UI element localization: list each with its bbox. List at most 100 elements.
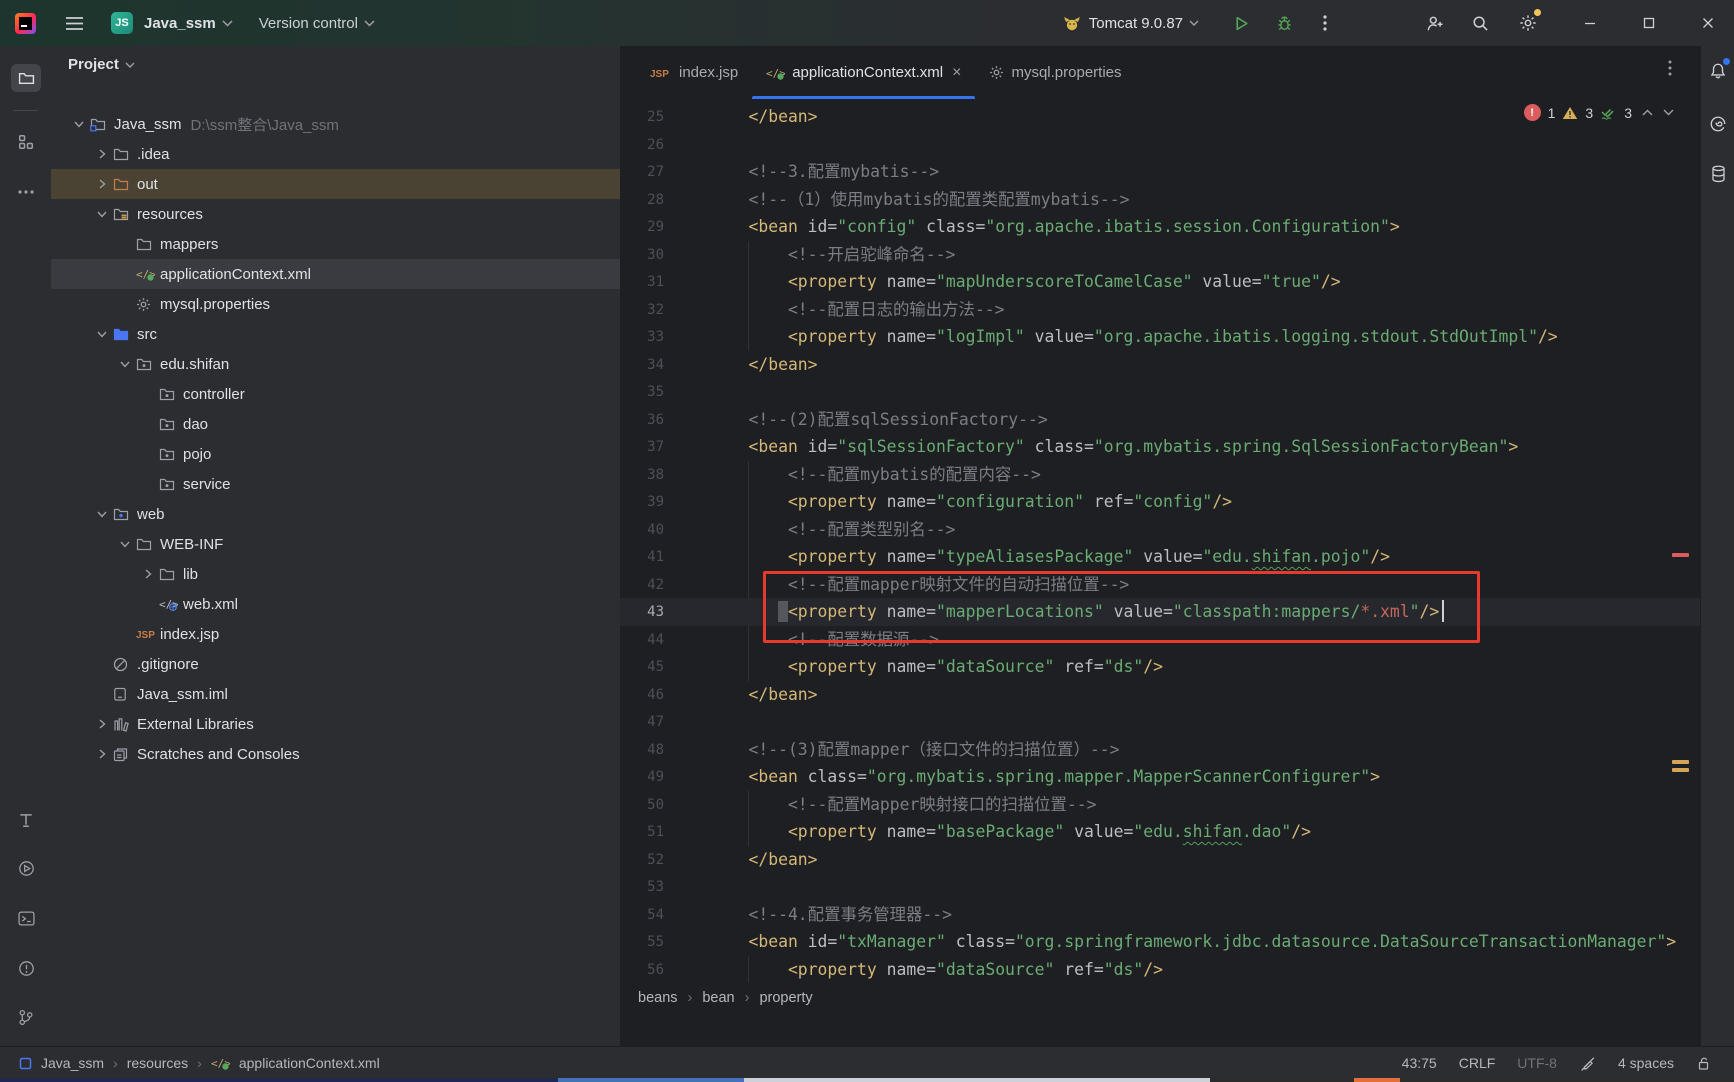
line-number[interactable]: 37 (620, 433, 664, 461)
chevron-down-icon[interactable] (222, 20, 233, 27)
line-number[interactable]: 34 (620, 351, 664, 379)
code-line-33[interactable]: 33 <property name="logImpl" value="org.a… (620, 323, 1700, 351)
problems-toolwindow-icon[interactable] (11, 954, 41, 982)
close-button[interactable] (1696, 11, 1720, 35)
tree-item-dao[interactable]: dao (51, 409, 620, 439)
project-toolwindow-icon[interactable] (11, 64, 41, 92)
line-number[interactable]: 38 (620, 461, 664, 489)
code-editor[interactable]: 25 </bean>2627 <!--3.配置mybatis-->28 <!--… (620, 99, 1700, 982)
tab-options-icon[interactable] (1668, 60, 1672, 76)
line-number[interactable]: 26 (620, 131, 664, 159)
code-line-55[interactable]: 55 <bean id="txManager" class="org.sprin… (620, 928, 1700, 956)
breadcrumb-beans[interactable]: beans (638, 990, 678, 1006)
tab-applicationcontext-xml[interactable]: </> applicationContext.xml × (752, 46, 975, 99)
line-number[interactable]: 43 (620, 598, 664, 626)
line-number[interactable]: 41 (620, 543, 664, 571)
line-number[interactable]: 54 (620, 901, 664, 929)
tree-item-controller[interactable]: controller (51, 379, 620, 409)
main-menu-icon[interactable] (65, 16, 84, 31)
warning-stripe-mark[interactable] (1672, 760, 1689, 764)
code-line-47[interactable]: 47 (620, 708, 1700, 736)
tree-item-web[interactable]: web (51, 499, 620, 529)
line-number[interactable]: 29 (620, 213, 664, 241)
database-icon[interactable] (1704, 161, 1732, 187)
version-control-toolwindow-icon[interactable] (11, 1003, 41, 1031)
chevron-right-icon[interactable] (137, 567, 159, 581)
tree-item-mysql.properties[interactable]: mysql.properties (51, 289, 620, 319)
code-line-54[interactable]: 54 <!--4.配置事务管理器--> (620, 901, 1700, 929)
debug-button[interactable] (1272, 11, 1296, 35)
tree-item-External-Libraries[interactable]: External Libraries (51, 709, 620, 739)
chevron-down-icon[interactable] (114, 537, 136, 551)
run-toolwindow-icon[interactable] (11, 854, 41, 882)
status-breadcrumb-file[interactable]: applicationContext.xml (239, 1055, 380, 1071)
code-line-52[interactable]: 52 </bean> (620, 846, 1700, 874)
line-ending[interactable]: CRLF (1459, 1055, 1496, 1071)
chevron-right-icon[interactable] (91, 147, 113, 161)
inspections-widget[interactable]: ! 1 3 3 (1524, 104, 1674, 121)
code-line-26[interactable]: 26 (620, 131, 1700, 159)
line-number[interactable]: 42 (620, 571, 664, 599)
line-number[interactable]: 36 (620, 406, 664, 434)
minimize-button[interactable] (1578, 11, 1602, 35)
tab-index-jsp[interactable]: JSP index.jsp (636, 46, 752, 99)
tree-item-index.jsp[interactable]: JSPindex.jsp (51, 619, 620, 649)
status-breadcrumb-folder[interactable]: resources (127, 1055, 188, 1071)
line-number[interactable]: 31 (620, 268, 664, 296)
error-stripe-mark[interactable] (1672, 553, 1689, 557)
tree-item-Java_ssm.iml[interactable]: Java_ssm.iml (51, 679, 620, 709)
code-line-30[interactable]: 30 <!--开启驼峰命名--> (620, 241, 1700, 269)
line-number[interactable]: 40 (620, 516, 664, 544)
code-line-37[interactable]: 37 <bean id="sqlSessionFactory" class="o… (620, 433, 1700, 461)
code-line-27[interactable]: 27 <!--3.配置mybatis--> (620, 158, 1700, 186)
line-number[interactable]: 49 (620, 763, 664, 791)
tree-item-pojo[interactable]: pojo (51, 439, 620, 469)
lock-icon[interactable] (1696, 1056, 1711, 1071)
code-line-29[interactable]: 29 <bean id="config" class="org.apache.i… (620, 213, 1700, 241)
services-toolwindow-icon[interactable] (11, 806, 41, 834)
chevron-down-icon[interactable] (91, 327, 113, 341)
code-line-49[interactable]: 49 <bean class="org.mybatis.spring.mappe… (620, 763, 1700, 791)
ai-assistant-icon[interactable] (1704, 111, 1732, 137)
run-button[interactable] (1229, 11, 1253, 35)
tree-item-.idea[interactable]: .idea (51, 139, 620, 169)
line-number[interactable]: 44 (620, 626, 664, 654)
code-line-51[interactable]: 51 <property name="basePackage" value="e… (620, 818, 1700, 846)
code-line-40[interactable]: 40 <!--配置类型别名--> (620, 516, 1700, 544)
line-number[interactable]: 27 (620, 158, 664, 186)
chevron-down-icon[interactable] (114, 357, 136, 371)
chevron-down-icon[interactable] (91, 507, 113, 521)
code-line-41[interactable]: 41 <property name="typeAliasesPackage" v… (620, 543, 1700, 571)
code-line-38[interactable]: 38 <!--配置mybatis的配置内容--> (620, 461, 1700, 489)
code-with-me-icon[interactable] (1423, 11, 1447, 35)
tree-item-edu.shifan[interactable]: edu.shifan (51, 349, 620, 379)
vcs-widget[interactable]: Version control (259, 15, 358, 32)
indent-setting[interactable]: 4 spaces (1618, 1055, 1674, 1071)
line-number[interactable]: 28 (620, 186, 664, 214)
line-number[interactable]: 25 (620, 103, 664, 131)
code-line-46[interactable]: 46 </bean> (620, 681, 1700, 709)
line-number[interactable]: 53 (620, 873, 664, 901)
chevron-right-icon[interactable] (91, 717, 113, 731)
tree-item-WEB-INF[interactable]: WEB-INF (51, 529, 620, 559)
project-switcher[interactable]: Java_ssm (144, 15, 216, 32)
line-number[interactable]: 35 (620, 378, 664, 406)
line-number[interactable]: 56 (620, 956, 664, 983)
code-line-56[interactable]: 56 <property name="dataSource" ref="ds"/… (620, 956, 1700, 983)
notifications-bell-icon[interactable] (1704, 58, 1732, 84)
close-tab-icon[interactable]: × (952, 64, 961, 82)
line-number[interactable]: 32 (620, 296, 664, 324)
code-line-36[interactable]: 36 <!--(2)配置sqlSessionFactory--> (620, 406, 1700, 434)
status-breadcrumb-project[interactable]: Java_ssm (41, 1055, 104, 1071)
maximize-button[interactable] (1637, 11, 1661, 35)
search-icon[interactable] (1468, 11, 1492, 35)
chevron-right-icon[interactable] (91, 747, 113, 761)
highlighting-level-icon[interactable] (1579, 1056, 1596, 1071)
code-line-45[interactable]: 45 <property name="dataSource" ref="ds"/… (620, 653, 1700, 681)
tree-item-src[interactable]: src (51, 319, 620, 349)
line-number[interactable]: 46 (620, 681, 664, 709)
chevron-down-icon[interactable] (68, 117, 90, 131)
tree-item-lib[interactable]: lib (51, 559, 620, 589)
tab-mysql-properties[interactable]: mysql.properties (975, 46, 1135, 99)
code-line-50[interactable]: 50 <!--配置Mapper映射接口的扫描位置--> (620, 791, 1700, 819)
